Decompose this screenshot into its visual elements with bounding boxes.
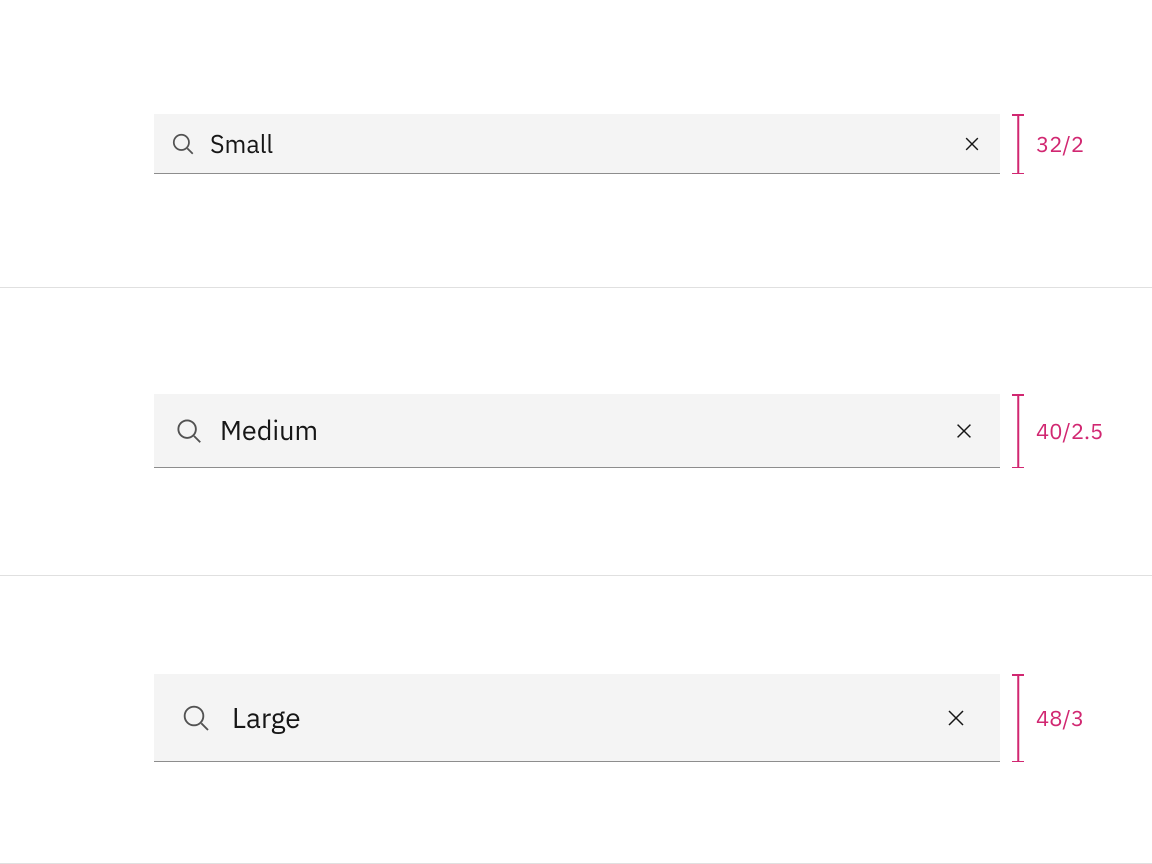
dimension-annotation-medium: 40/2.5 [1012, 394, 1103, 468]
clear-button-medium[interactable] [936, 403, 992, 459]
search-input-medium[interactable] [220, 413, 936, 448]
search-icon [170, 131, 196, 157]
dimension-label: 40/2.5 [1036, 417, 1103, 446]
spec-large-section: 48/3 [0, 576, 1152, 864]
close-icon [953, 420, 975, 442]
search-icon [174, 416, 204, 446]
search-input-large[interactable] [232, 699, 924, 736]
spec-medium-section: 40/2.5 [0, 288, 1152, 576]
search-input-small[interactable] [210, 127, 948, 160]
search-field-small[interactable] [154, 114, 1000, 174]
clear-button-small[interactable] [948, 120, 996, 168]
close-icon [944, 706, 968, 730]
dimension-annotation-small: 32/2 [1012, 114, 1084, 174]
dimension-label: 48/3 [1036, 704, 1084, 733]
dimension-label: 32/2 [1036, 130, 1084, 159]
dimension-annotation-large: 48/3 [1012, 674, 1084, 762]
clear-button-large[interactable] [924, 686, 988, 750]
search-field-medium[interactable] [154, 394, 1000, 468]
search-icon [180, 702, 212, 734]
close-icon [962, 134, 982, 154]
spec-small-section: 32/2 [0, 0, 1152, 288]
search-field-large[interactable] [154, 674, 1000, 762]
